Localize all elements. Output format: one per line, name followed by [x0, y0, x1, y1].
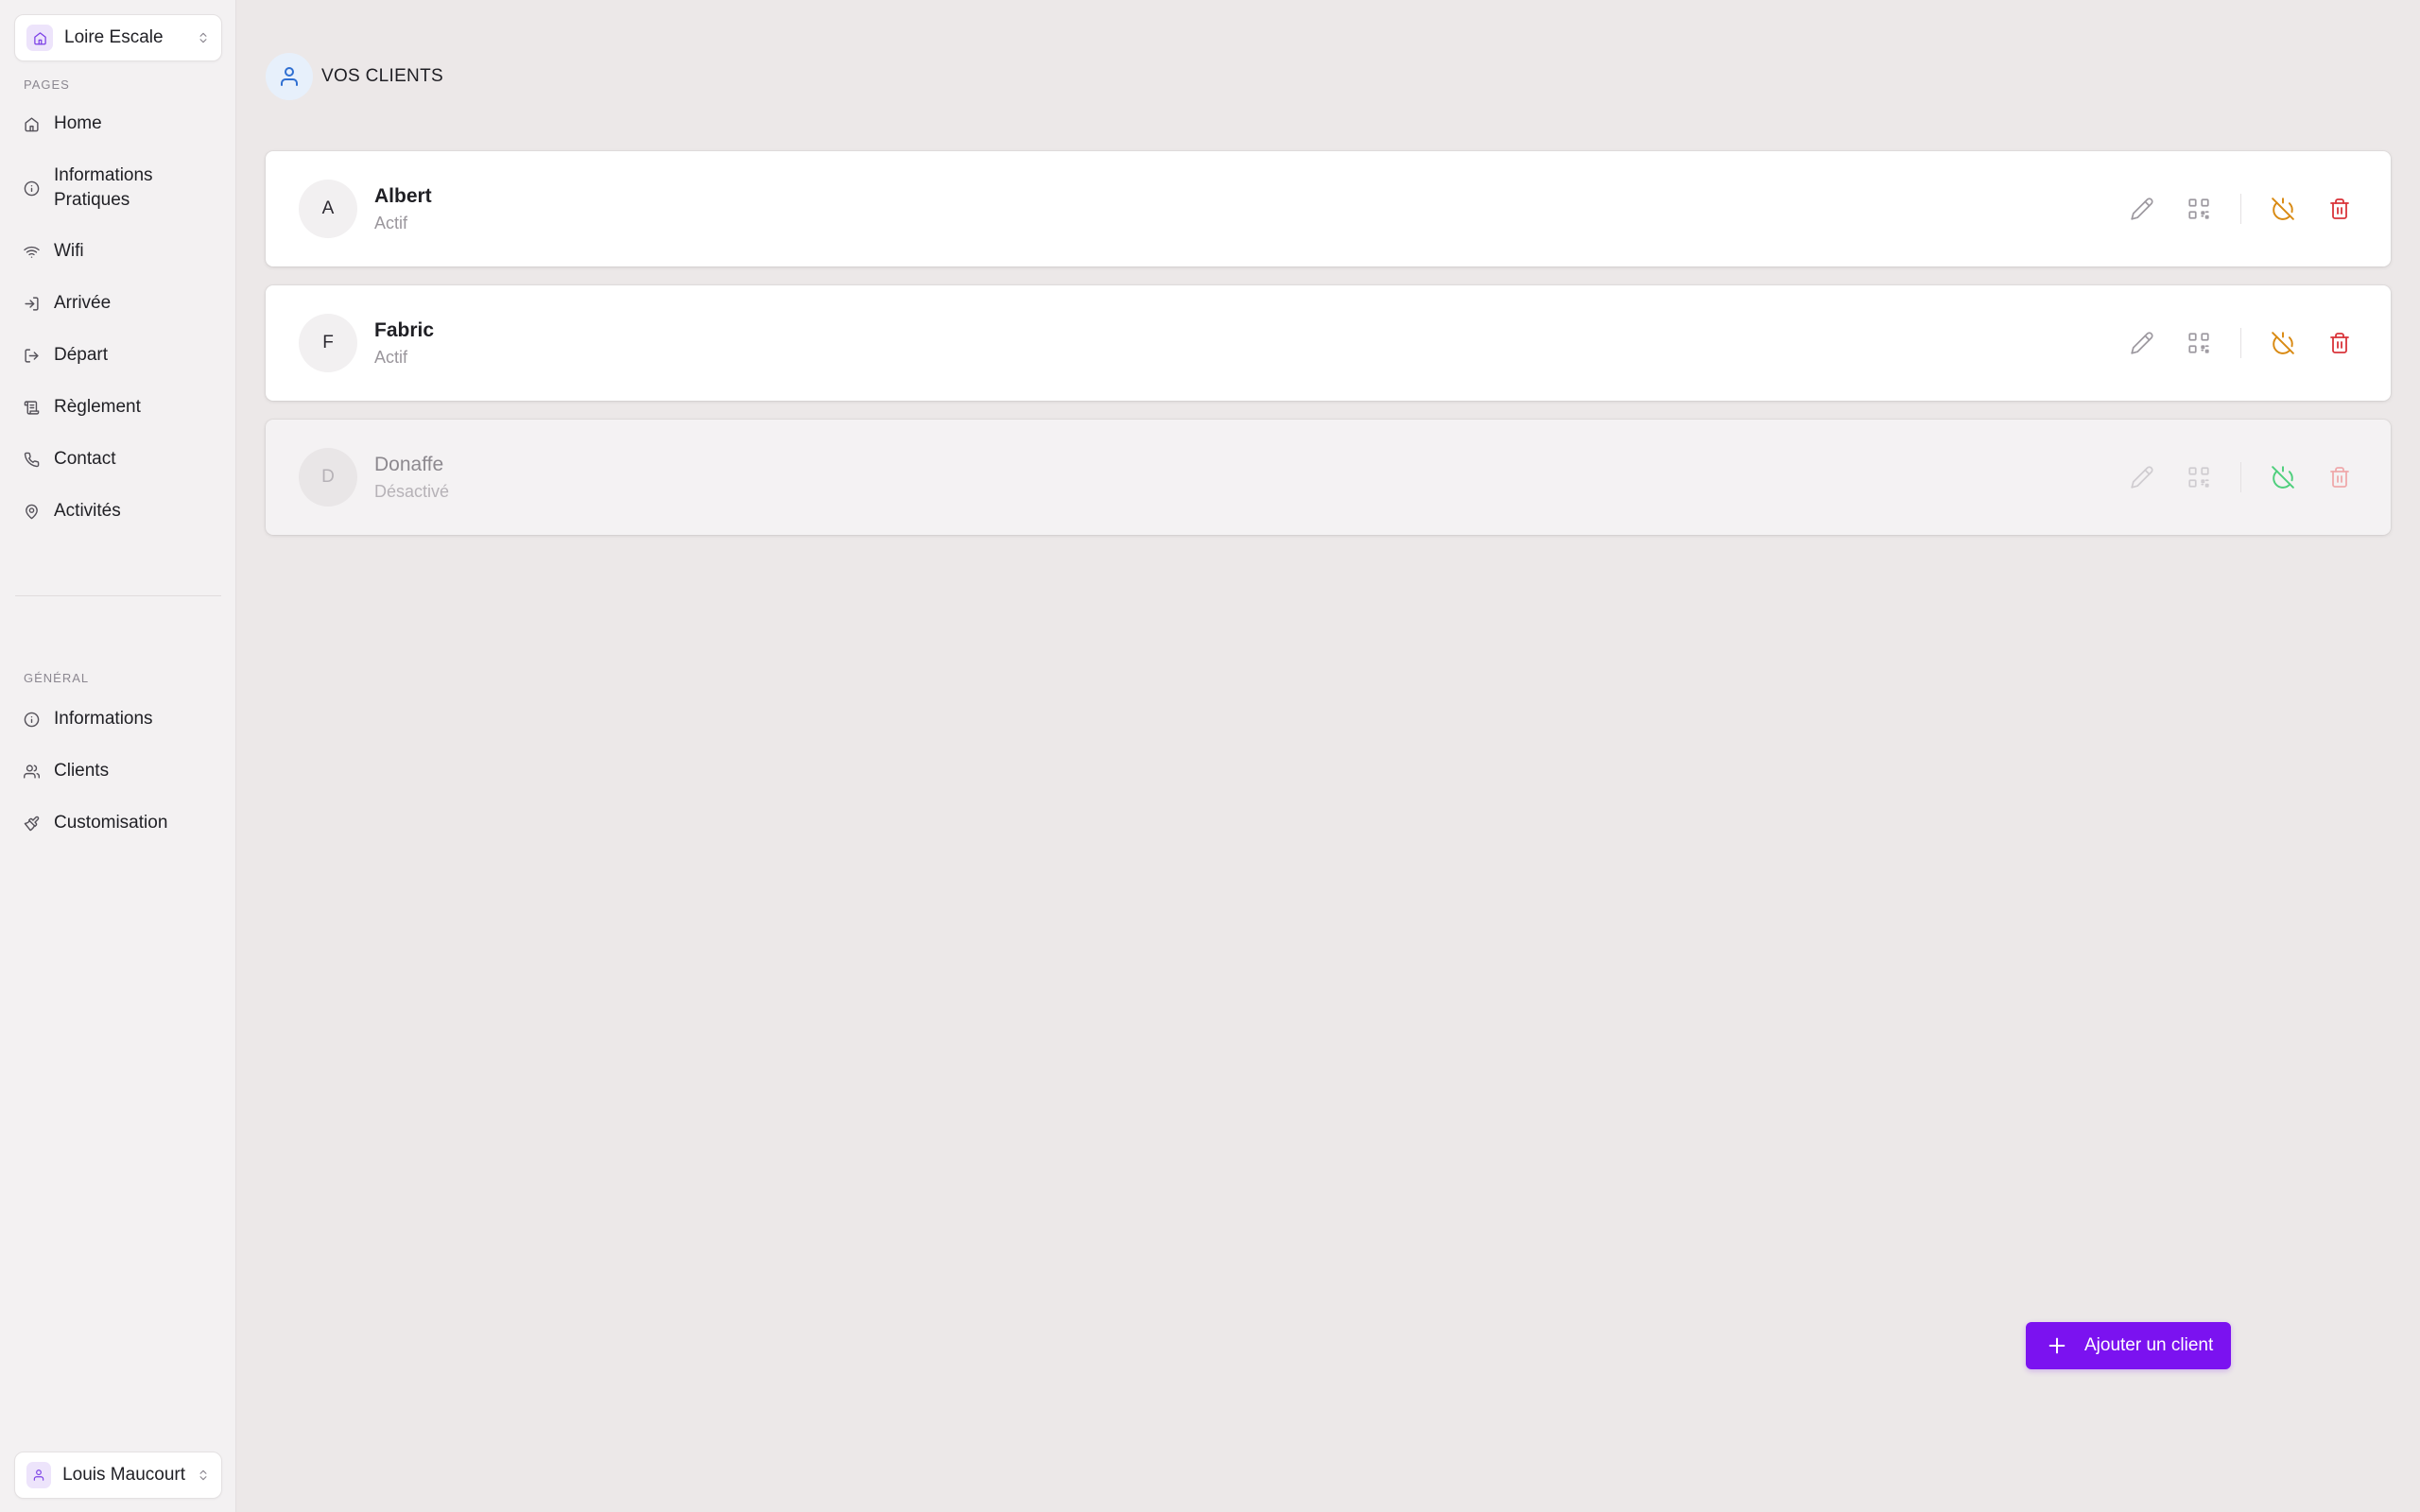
user-name: Louis Maucourt — [62, 1465, 185, 1485]
user-menu[interactable]: Louis Maucourt — [14, 1452, 222, 1499]
sidebar-item-label: Informations Pratiques — [54, 165, 153, 210]
wifi-icon — [24, 239, 41, 264]
power-icon[interactable] — [2268, 462, 2298, 492]
pencil-icon[interactable] — [2127, 462, 2157, 492]
sidebar-item-label: Contact — [54, 449, 116, 469]
home-icon — [26, 25, 53, 51]
qr-code-icon[interactable] — [2184, 462, 2214, 492]
client-status: Désactivé — [374, 482, 450, 501]
sidebar-item-label: Arrivée — [54, 293, 112, 313]
avatar: A — [299, 180, 357, 238]
sidebar-item-customisation[interactable]: Customisation — [24, 811, 222, 835]
sidebar-item-informations[interactable]: Informations — [24, 707, 222, 731]
client-name: Fabric — [374, 319, 435, 341]
client-actions — [2127, 462, 2355, 492]
actions-divider — [2240, 462, 2241, 492]
add-client-button[interactable]: Ajouter un client — [2026, 1322, 2231, 1369]
sidebar-item-arrivee[interactable]: Arrivée — [24, 291, 222, 316]
sidebar-item-label: Home — [54, 113, 102, 133]
pencil-icon[interactable] — [2127, 194, 2157, 224]
trash-icon[interactable] — [2325, 328, 2355, 358]
sidebar-item-label: Wifi — [54, 241, 84, 261]
power-off-icon[interactable] — [2268, 328, 2298, 358]
info-icon — [24, 176, 41, 200]
section-label-pages: PAGES — [24, 77, 70, 92]
logout-icon — [24, 343, 41, 368]
home-icon — [24, 112, 41, 136]
sidebar-item-contact[interactable]: Contact — [24, 447, 222, 472]
chevrons-up-down-icon — [197, 31, 210, 44]
phone-icon — [24, 447, 41, 472]
sidebar-item-wifi[interactable]: Wifi — [24, 239, 222, 264]
info-icon — [24, 707, 41, 731]
client-status: Actif — [374, 214, 408, 232]
client-name: Albert — [374, 185, 432, 207]
avatar: D — [299, 448, 357, 507]
app-root: Loire Escale PAGES Home Informations Pra… — [0, 0, 2420, 1512]
qr-code-icon[interactable] — [2184, 194, 2214, 224]
users-icon — [24, 759, 41, 783]
user-icon — [266, 53, 313, 100]
client-actions — [2127, 194, 2355, 224]
sidebar-item-label: Clients — [54, 761, 110, 781]
qr-code-icon[interactable] — [2184, 328, 2214, 358]
sidebar: Loire Escale PAGES Home Informations Pra… — [0, 0, 236, 1512]
chevrons-up-down-icon — [197, 1469, 210, 1482]
page-title: VOS CLIENTS — [321, 66, 443, 86]
workspace-name: Loire Escale — [64, 27, 164, 47]
sidebar-item-label: Activités — [54, 501, 121, 521]
sidebar-item-label: Règlement — [54, 397, 141, 417]
workspace-switcher[interactable]: Loire Escale — [14, 14, 222, 61]
sidebar-item-label: Départ — [54, 345, 109, 365]
trash-icon[interactable] — [2325, 462, 2355, 492]
sidebar-item-label: Customisation — [54, 813, 168, 833]
login-icon — [24, 291, 41, 316]
trash-icon[interactable] — [2325, 194, 2355, 224]
map-pin-icon — [24, 499, 41, 524]
client-card: F Fabric Actif — [266, 285, 2391, 401]
sidebar-item-home[interactable]: Home — [24, 112, 222, 136]
pencil-icon[interactable] — [2127, 328, 2157, 358]
client-card: A Albert Actif — [266, 151, 2391, 266]
sidebar-item-depart[interactable]: Départ — [24, 343, 222, 368]
plus-icon — [2047, 1335, 2067, 1356]
client-card: D Donaffe Désactivé — [266, 420, 2391, 535]
actions-divider — [2240, 194, 2241, 224]
scroll-icon — [24, 395, 41, 420]
client-name: Donaffe — [374, 454, 444, 475]
user-icon — [26, 1462, 52, 1488]
brush-icon — [24, 811, 41, 835]
client-status: Actif — [374, 348, 408, 367]
power-off-icon[interactable] — [2268, 194, 2298, 224]
section-label-general: GÉNÉRAL — [24, 671, 90, 685]
sidebar-item-reglement[interactable]: Règlement — [24, 395, 222, 420]
sidebar-item-activites[interactable]: Activités — [24, 499, 222, 524]
client-actions — [2127, 328, 2355, 358]
sidebar-divider — [15, 595, 221, 596]
sidebar-item-clients[interactable]: Clients — [24, 759, 222, 783]
sidebar-item-informations-pratiques[interactable]: Informations Pratiques — [24, 163, 222, 213]
add-client-label: Ajouter un client — [2084, 1335, 2214, 1355]
actions-divider — [2240, 328, 2241, 358]
sidebar-item-label: Informations — [54, 709, 153, 729]
avatar: F — [299, 314, 357, 372]
